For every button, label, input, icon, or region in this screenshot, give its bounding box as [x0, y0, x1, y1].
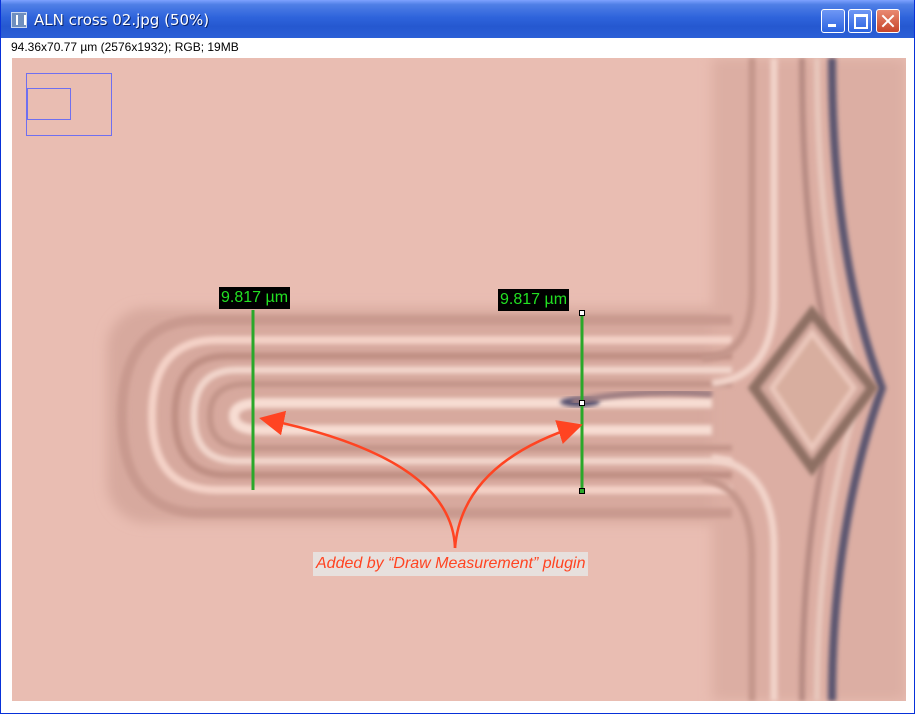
window-title: ALN cross 02.jpg (50%)	[34, 11, 210, 29]
measurement-label: 9.817 µm	[219, 287, 291, 309]
image-window: ALN cross 02.jpg (50%) 94.36x70.77 µm (2…	[0, 0, 915, 714]
selection-handle-bottom[interactable]	[579, 488, 585, 494]
measurement-label: 9.817 µm	[498, 289, 570, 311]
window-bottom-edge	[1, 701, 914, 713]
navigator-viewport[interactable]	[27, 88, 71, 120]
imagej-app-icon[interactable]	[11, 12, 27, 28]
maximize-button[interactable]	[848, 9, 872, 33]
selection-handle-top[interactable]	[579, 310, 585, 316]
selection-handle-middle[interactable]	[579, 400, 585, 406]
title-bar[interactable]: ALN cross 02.jpg (50%)	[1, 0, 914, 38]
plugin-annotation: Added by “Draw Measurement” plugin	[313, 552, 589, 576]
image-canvas[interactable]: 9.817 µm 9.817 µm Added by “Draw Measure…	[12, 58, 906, 701]
microscope-image	[12, 58, 906, 701]
close-button[interactable]	[876, 9, 900, 33]
image-navigator[interactable]	[26, 73, 112, 136]
minimize-button[interactable]	[821, 9, 845, 33]
image-info-line: 94.36x70.77 µm (2576x1932); RGB; 19MB	[11, 40, 239, 54]
